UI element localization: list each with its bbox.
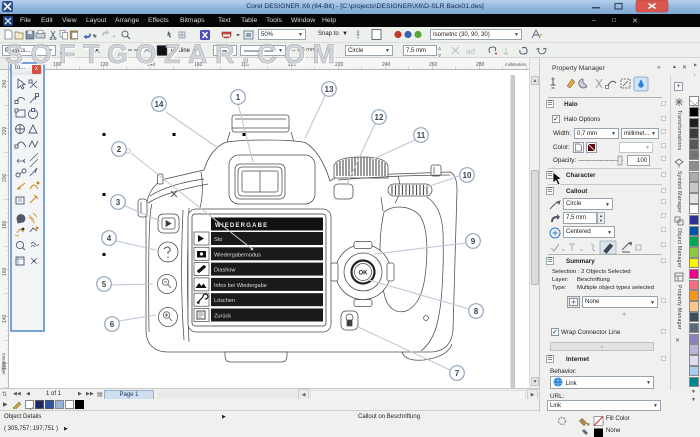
svg-text:13: 13 [325, 85, 334, 94]
svg-text:160: 160 [2, 267, 8, 276]
svg-text:10: 10 [463, 171, 472, 180]
svg-text:9: 9 [471, 237, 476, 246]
svg-text:4: 4 [107, 234, 112, 243]
svg-text:ad: ad [466, 47, 475, 56]
svg-text:180: 180 [2, 220, 8, 229]
svg-text:7: 7 [455, 369, 460, 378]
svg-text:240: 240 [2, 79, 8, 88]
svg-text:260: 260 [429, 62, 438, 68]
svg-text:140: 140 [2, 314, 8, 323]
svg-text:12: 12 [375, 113, 384, 122]
svg-text:Infos bei Wiedergabe: Infos bei Wiedergabe [214, 283, 267, 289]
svg-text:14: 14 [155, 100, 164, 109]
svg-text:280: 280 [476, 62, 485, 68]
svg-text:1: 1 [236, 93, 241, 102]
svg-text:Wiedergabemodus: Wiedergabemodus [214, 252, 261, 258]
svg-text:240: 240 [382, 62, 391, 68]
svg-text:6: 6 [110, 320, 115, 329]
svg-text:Diashow: Diashow [214, 268, 236, 274]
svg-text:Löschen: Löschen [214, 298, 235, 304]
svg-text:2: 2 [117, 145, 122, 154]
svg-text:5: 5 [102, 280, 107, 289]
svg-text:11: 11 [417, 131, 426, 140]
svg-text:3: 3 [116, 198, 121, 207]
svg-text:200: 200 [2, 173, 8, 182]
svg-text:Sto: Sto [214, 237, 222, 243]
svg-text:8: 8 [474, 307, 479, 316]
svg-text:Zurück: Zurück [214, 314, 231, 320]
svg-text:OK: OK [359, 271, 369, 277]
svg-text:220: 220 [2, 126, 8, 135]
